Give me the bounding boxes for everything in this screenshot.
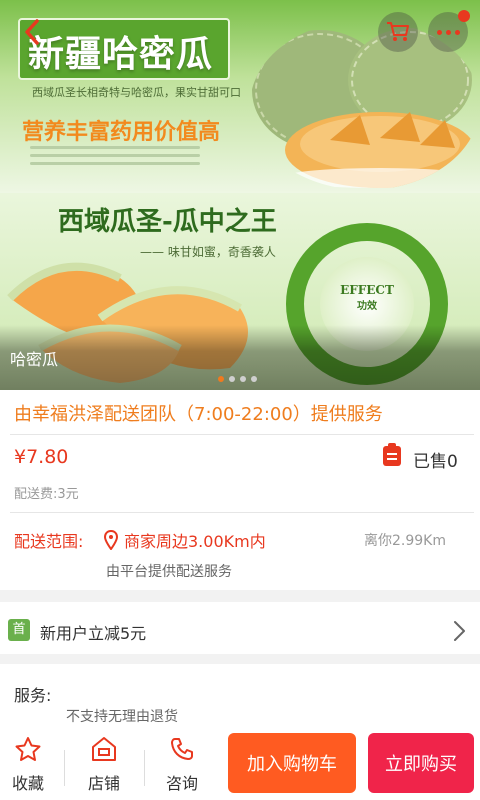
add-to-cart-button[interactable]: 加入购物车	[228, 733, 356, 793]
chevron-right-icon	[454, 621, 465, 641]
effect-subtitle: 功效	[357, 301, 377, 312]
buy-now-button[interactable]: 立即购买	[368, 733, 474, 793]
shop-label: 店铺	[87, 774, 120, 793]
banner-subtext: 西域瓜圣长相奇特与哈密瓜，果实甘甜可口	[32, 86, 241, 99]
delivery-range-label: 配送范围:	[14, 532, 84, 551]
banner-slogan: 营养丰富药用价值高	[22, 120, 221, 145]
distance-to-user: 离你2.99Km	[364, 533, 446, 549]
clipboard-icon	[383, 443, 401, 466]
divider	[144, 750, 145, 786]
consult-button[interactable]: 咨询	[152, 736, 212, 794]
divider	[10, 434, 474, 435]
more-dots-icon	[436, 29, 460, 35]
notification-badge	[458, 10, 470, 22]
delivery-note: 由平台提供配送服务	[106, 564, 232, 580]
store-icon	[92, 737, 116, 761]
product-price: ¥7.80	[14, 446, 69, 468]
cart-button[interactable]	[378, 12, 418, 52]
product-image-carousel[interactable]: 新疆哈密瓜 西域瓜圣长相奇特与哈密瓜，果实甘甜可口 营养丰富药用价值高 西域瓜圣…	[0, 0, 480, 390]
favorite-button[interactable]: 收藏	[0, 736, 58, 794]
promo-tag: 首	[8, 619, 30, 641]
carousel-dot[interactable]	[251, 376, 257, 382]
delivery-range-value: 商家周边3.00Km内	[124, 532, 266, 551]
favorite-label: 收藏	[11, 774, 44, 793]
effect-label: EFFECT 功效	[320, 283, 414, 312]
banner-subtext-2: —— 味甘如蜜，奇香袭人	[140, 245, 276, 259]
service-provider-title: 由幸福洪泽配送团队（7:00-22:00）提供服务	[14, 404, 383, 425]
carousel-dot[interactable]	[240, 376, 246, 382]
image-caption: 哈密瓜	[10, 350, 59, 369]
back-button[interactable]	[12, 12, 52, 52]
carousel-dot[interactable]	[229, 376, 235, 382]
decorative-text-lines	[30, 146, 200, 170]
delivery-fee: 配送费:3元	[14, 487, 79, 502]
carousel-dot[interactable]	[218, 376, 224, 382]
banner-headline-2: 西域瓜圣-瓜中之王	[58, 207, 277, 237]
location-pin-icon	[104, 530, 118, 550]
service-item: 不支持无理由退货	[66, 709, 178, 725]
divider	[64, 750, 65, 786]
carousel-indicator	[218, 376, 257, 382]
promo-text: 新用户立减5元	[40, 624, 147, 643]
shopping-cart-icon	[387, 22, 409, 41]
star-icon	[15, 737, 41, 761]
shop-button[interactable]: 店铺	[74, 736, 134, 794]
chevron-left-icon	[25, 19, 39, 45]
phone-icon	[171, 738, 193, 760]
service-label: 服务:	[14, 686, 52, 705]
banner-headline: 新疆哈密瓜	[28, 34, 214, 75]
sold-count: 已售0	[413, 452, 458, 472]
effect-title: EFFECT	[340, 283, 394, 297]
divider	[10, 512, 474, 513]
consult-label: 咨询	[165, 774, 198, 793]
